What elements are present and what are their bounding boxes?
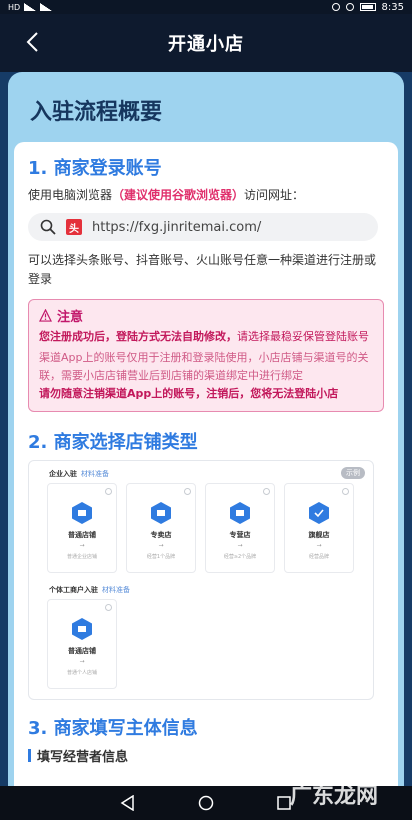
location-icon — [345, 3, 354, 11]
section3-title: 3. 商家填写主体信息 — [28, 718, 198, 739]
intro-suffix: 访问网址： — [244, 188, 305, 202]
shop-card-specialty[interactable]: 专营店 → 经营≥2个品牌 — [205, 483, 275, 573]
url-bar[interactable]: 头 https://fxg.jinritemai.com/ — [28, 213, 378, 241]
enterprise-label: 企业入驻 材料准备 — [49, 469, 109, 479]
notice-title: 注意 — [57, 310, 84, 325]
notice-line1: 您注册成功后，登陆方式无法自助修改，请选择最稳妥保管登陆账号 — [39, 328, 373, 346]
overview-body: 1. 商家登录账号 使用电脑浏览器（建议使用谷歌浏览器）访问网址： 头 http… — [14, 142, 398, 786]
url-text[interactable]: https://fxg.jinritemai.com/ — [92, 220, 261, 235]
signal-icon-2 — [40, 3, 53, 11]
notice-line1-rest: 请选择最稳妥保管登陆账号 — [237, 330, 369, 343]
notice-title-row: 注意 — [39, 306, 373, 325]
back-button[interactable] — [18, 28, 46, 56]
warning-icon — [39, 309, 52, 322]
status-right: 8:35 — [331, 1, 404, 13]
enterprise-label-text: 企业入驻 — [49, 470, 77, 478]
shop-type-panel: 企业入驻材料准备 示例 普通店铺 → 普通企业店铺 专卖店 → 经营1个品牌 — [28, 460, 374, 700]
shop-card-exclusive[interactable]: 专卖店 → 经营1个品牌 — [126, 483, 196, 573]
back-arrow-icon — [26, 32, 38, 52]
account-note: 可以选择头条账号、抖音账号、火山账号任意一种渠道进行注册或登录 — [28, 253, 377, 286]
search-icon — [40, 219, 56, 235]
section1-intro: 使用电脑浏览器（建议使用谷歌浏览器）访问网址： — [28, 186, 386, 205]
shop-arrow: → — [79, 542, 85, 549]
shop-name: 旗舰店 — [308, 531, 330, 539]
individual-sub[interactable]: 材料准备 — [102, 586, 130, 594]
shop-name: 普通店铺 — [68, 647, 96, 655]
shop-name: 专卖店 — [150, 531, 172, 539]
overview-title: 入驻流程概要 — [30, 100, 163, 125]
shop-icon — [72, 502, 92, 524]
radio-button[interactable] — [263, 488, 270, 495]
status-left: HD — [8, 2, 53, 12]
nav-bar: 开通小店 — [0, 14, 412, 72]
notice-box: 注意 您注册成功后，登陆方式无法自助修改，请选择最稳妥保管登陆账号 渠道App上… — [28, 299, 384, 412]
shop-desc: 普通个人店铺 — [66, 670, 97, 676]
shop-desc: 经营1个品牌 — [146, 554, 176, 560]
section3-subhead: 填写经营者信息 — [28, 746, 386, 765]
shop-arrow: → — [158, 542, 164, 549]
shop-name: 专营店 — [229, 531, 251, 539]
shop-arrow: → — [237, 542, 243, 549]
alarm-icon — [331, 3, 340, 11]
status-time: 8:35 — [381, 1, 404, 13]
radio-button[interactable] — [342, 488, 349, 495]
intro-highlight: （建议使用谷歌浏览器） — [112, 188, 245, 202]
shop-desc: 普通企业店铺 — [66, 554, 97, 560]
shop-icon — [72, 618, 92, 640]
section1-title: 1. 商家登录账号 — [28, 158, 162, 179]
shop-arrow: → — [79, 658, 85, 665]
notice-line3-bold: 请勿随意注销渠道App上的账号，注销后，您将无法登陆小店 — [39, 387, 339, 400]
shop-icon — [309, 502, 329, 524]
individual-label: 个体工商户入驻 材料准备 — [49, 585, 130, 595]
content-area[interactable]: 入驻流程概要 1. 商家登录账号 使用电脑浏览器（建议使用谷歌浏览器）访问网址：… — [0, 72, 412, 786]
notice-line3: 请勿随意注销渠道App上的账号，注销后，您将无法登陆小店 — [39, 385, 373, 403]
enterprise-sub[interactable]: 材料准备 — [81, 470, 109, 478]
radio-button[interactable] — [105, 604, 112, 611]
radio-button[interactable] — [105, 488, 112, 495]
page-title: 开通小店 — [168, 34, 244, 55]
shop-name: 普通店铺 — [68, 531, 96, 539]
shop-icon — [230, 502, 250, 524]
shop-card-individual[interactable]: 普通店铺 → 普通个人店铺 — [47, 599, 117, 689]
shop-desc: 经营≥2个品牌 — [223, 554, 257, 560]
hd-badge: HD — [8, 2, 21, 12]
shop-icon — [151, 502, 171, 524]
shop-desc: 经营品牌 — [308, 554, 329, 560]
intro-prefix: 使用电脑浏览器 — [28, 188, 113, 202]
shop-arrow: → — [316, 542, 322, 549]
notice-line1-bold: 您注册成功后，登陆方式无法自助修改， — [39, 330, 237, 343]
individual-label-text: 个体工商户入驻 — [49, 586, 98, 594]
battery-icon — [359, 3, 376, 11]
notice-line2: 渠道App上的账号仅用于注册和登录陆使用，小店店铺与渠道号的关联，需要小店店铺营… — [39, 351, 369, 382]
signal-icon — [24, 3, 37, 11]
radio-button[interactable] — [184, 488, 191, 495]
back-triangle-icon[interactable] — [120, 795, 136, 811]
status-bar: HD 8:35 — [0, 0, 412, 14]
site-favicon-icon: 头 — [66, 219, 82, 235]
shop-card-flagship[interactable]: 旗舰店 → 经营品牌 — [284, 483, 354, 573]
watermark: 广东龙网 — [289, 784, 378, 809]
home-circle-icon[interactable] — [198, 795, 214, 811]
sample-tag: 示例 — [341, 467, 365, 479]
subhead-text: 填写经营者信息 — [37, 750, 129, 765]
section2-title: 2. 商家选择店铺类型 — [28, 432, 198, 453]
shop-card-ordinary[interactable]: 普通店铺 → 普通企业店铺 — [47, 483, 117, 573]
subhead-marker — [28, 749, 31, 762]
overview-card: 入驻流程概要 1. 商家登录账号 使用电脑浏览器（建议使用谷歌浏览器）访问网址：… — [8, 72, 404, 786]
